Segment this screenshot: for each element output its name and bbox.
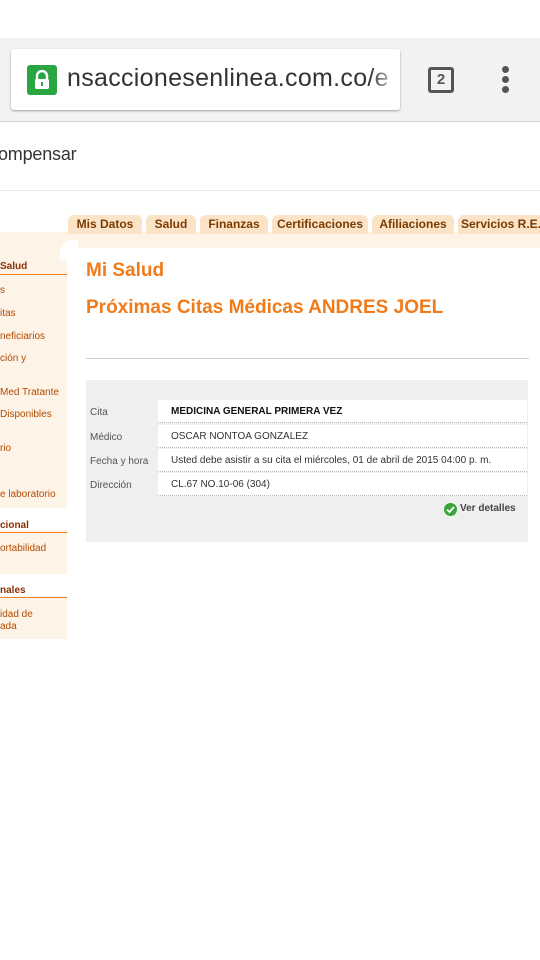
overflow-menu-icon[interactable] <box>498 66 512 96</box>
sidebar-item[interactable]: idad de <box>0 609 33 620</box>
nav-tab-certificaciones[interactable]: Certificaciones <box>272 215 368 234</box>
url-fade <box>370 49 400 110</box>
row-label-fecha: Fecha y hora <box>90 456 149 467</box>
sidebar-item[interactable]: neficiarios <box>0 331 45 342</box>
browser-toolbar: nsaccionesenlinea.com.co/e 2 <box>0 38 540 122</box>
tab-switcher-button[interactable]: 2 <box>428 67 454 93</box>
appointment-panel: Cita MEDICINA GENERAL PRIMERA VEZ Médico… <box>86 380 528 542</box>
sidebar-item[interactable]: ada <box>0 621 17 632</box>
site-logo[interactable]: ompensar <box>0 144 77 165</box>
ver-detalles-link[interactable]: Ver detalles <box>460 503 516 514</box>
row-value-medico: OSCAR NONTOA GONZALEZ <box>158 425 527 448</box>
address-bar[interactable]: nsaccionesenlinea.com.co/e <box>11 49 400 110</box>
nav-tab-afiliaciones[interactable]: Afiliaciones <box>372 215 454 234</box>
lock-icon <box>27 65 57 95</box>
nav-tab-mis-datos[interactable]: Mis Datos <box>68 215 142 234</box>
url-text[interactable]: nsaccionesenlinea.com.co/e <box>67 64 389 93</box>
sidebar-item[interactable]: s <box>0 285 5 296</box>
row-value-direccion: CL.67 NO.10-06 (304) <box>158 473 527 496</box>
screen: nsaccionesenlinea.com.co/e 2 ompensar Mi… <box>0 0 540 960</box>
sidebar-divider <box>0 532 67 533</box>
sidebar-item[interactable]: itas <box>0 308 16 319</box>
nav-bar <box>0 232 540 248</box>
sidebar-divider <box>0 274 67 275</box>
sidebar-item[interactable]: rio <box>0 443 11 454</box>
sidebar-item[interactable]: Med Tratante <box>0 387 59 398</box>
sidebar-section-2: cional <box>0 520 29 531</box>
page-subtitle: Próximas Citas Médicas ANDRES JOEL <box>86 297 444 318</box>
row-label-cita: Cita <box>90 407 108 418</box>
row-label-medico: Médico <box>90 432 123 443</box>
header-divider <box>0 190 540 191</box>
check-icon <box>444 503 457 516</box>
content-corner <box>60 240 78 260</box>
sidebar-item[interactable]: ortabilidad <box>0 543 46 554</box>
row-value-cita: MEDICINA GENERAL PRIMERA VEZ <box>158 400 527 423</box>
nav-tab-servicios[interactable]: Servicios R.E. <box>458 215 540 234</box>
nav-tab-salud[interactable]: Salud <box>146 215 196 234</box>
sidebar-item[interactable]: Disponibles <box>0 409 52 420</box>
status-bar <box>0 0 540 38</box>
sidebar-item[interactable]: e laboratorio <box>0 489 56 500</box>
page-title: Mi Salud <box>86 260 165 281</box>
sidebar-item[interactable]: ción y <box>0 353 26 364</box>
sidebar-section-salud: Salud <box>0 261 28 272</box>
nav-tab-finanzas[interactable]: Finanzas <box>200 215 268 234</box>
content-divider <box>86 358 529 359</box>
row-value-fecha: Usted debe asistir a su cita el miércole… <box>158 449 527 472</box>
sidebar-divider <box>0 597 67 598</box>
sidebar-section-3: nales <box>0 585 26 596</box>
row-label-direccion: Dirección <box>90 480 132 491</box>
